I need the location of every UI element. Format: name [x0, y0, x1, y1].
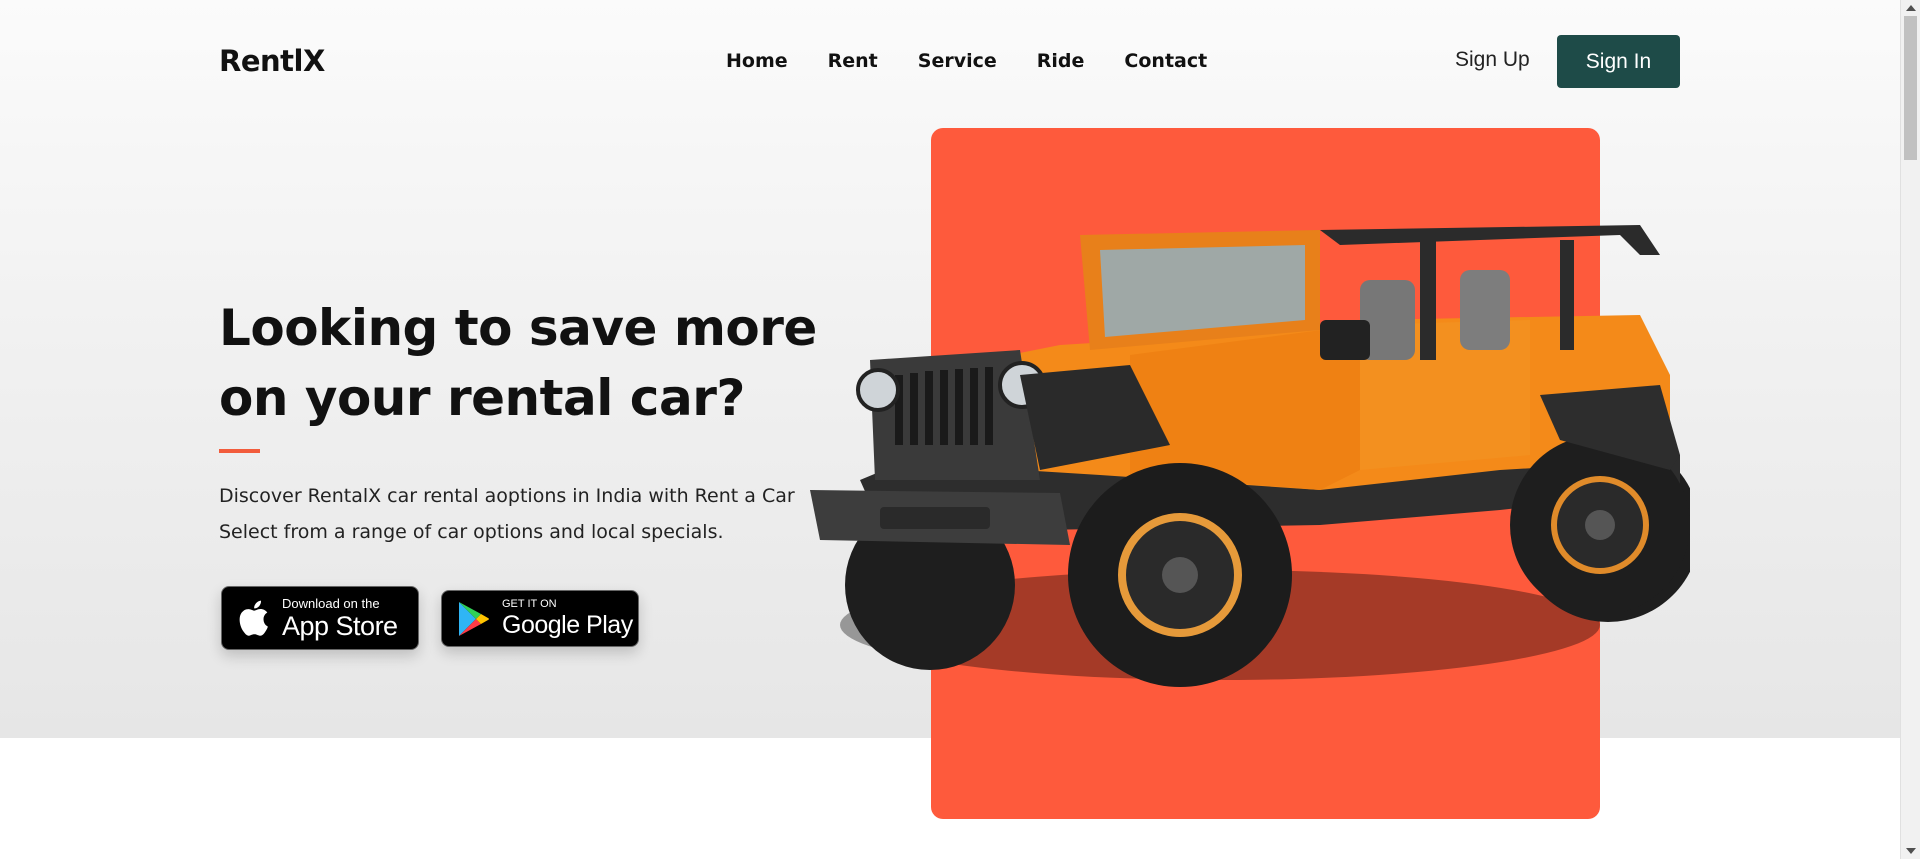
nav-home[interactable]: Home	[726, 50, 788, 72]
brand-logo[interactable]: RentlX	[219, 44, 325, 78]
google-play-button[interactable]: GET IT ON Google Play	[441, 590, 639, 647]
hero-headline: Looking to save more on your rental car?	[219, 293, 839, 433]
sign-up-link[interactable]: Sign Up	[1455, 48, 1530, 72]
scroll-thumb[interactable]	[1904, 16, 1917, 160]
scroll-down-arrow-icon[interactable]	[1906, 848, 1916, 854]
scroll-up-arrow-icon[interactable]	[1906, 5, 1916, 11]
app-store-button[interactable]: Download on the App Store	[221, 586, 419, 650]
jeep-image	[810, 225, 1690, 687]
nav-rent[interactable]: Rent	[828, 50, 878, 72]
app-store-big-text: App Store	[282, 610, 398, 641]
sign-in-button[interactable]: Sign In	[1557, 35, 1680, 88]
google-play-small-text: GET IT ON	[502, 598, 557, 610]
desc-line-2: Select from a range of car options and l…	[219, 521, 724, 543]
accent-divider	[219, 449, 260, 453]
headline-line-2: on your rental car?	[219, 369, 745, 427]
app-store-small-text: Download on the	[282, 595, 380, 611]
headline-line-1: Looking to save more	[219, 299, 817, 357]
main-nav: Home Rent Service Ride Contact	[726, 50, 1247, 72]
nav-ride[interactable]: Ride	[1037, 50, 1085, 72]
page-scrollbar[interactable]	[1900, 0, 1920, 859]
nav-service[interactable]: Service	[918, 50, 997, 72]
google-play-icon	[456, 601, 492, 637]
apple-icon	[236, 600, 272, 636]
google-play-big-text: Google Play	[502, 611, 633, 639]
hero-description: Discover RentalX car rental aoptions in …	[219, 478, 819, 550]
nav-contact[interactable]: Contact	[1124, 50, 1207, 72]
desc-line-1: Discover RentalX car rental aoptions in …	[219, 485, 795, 507]
